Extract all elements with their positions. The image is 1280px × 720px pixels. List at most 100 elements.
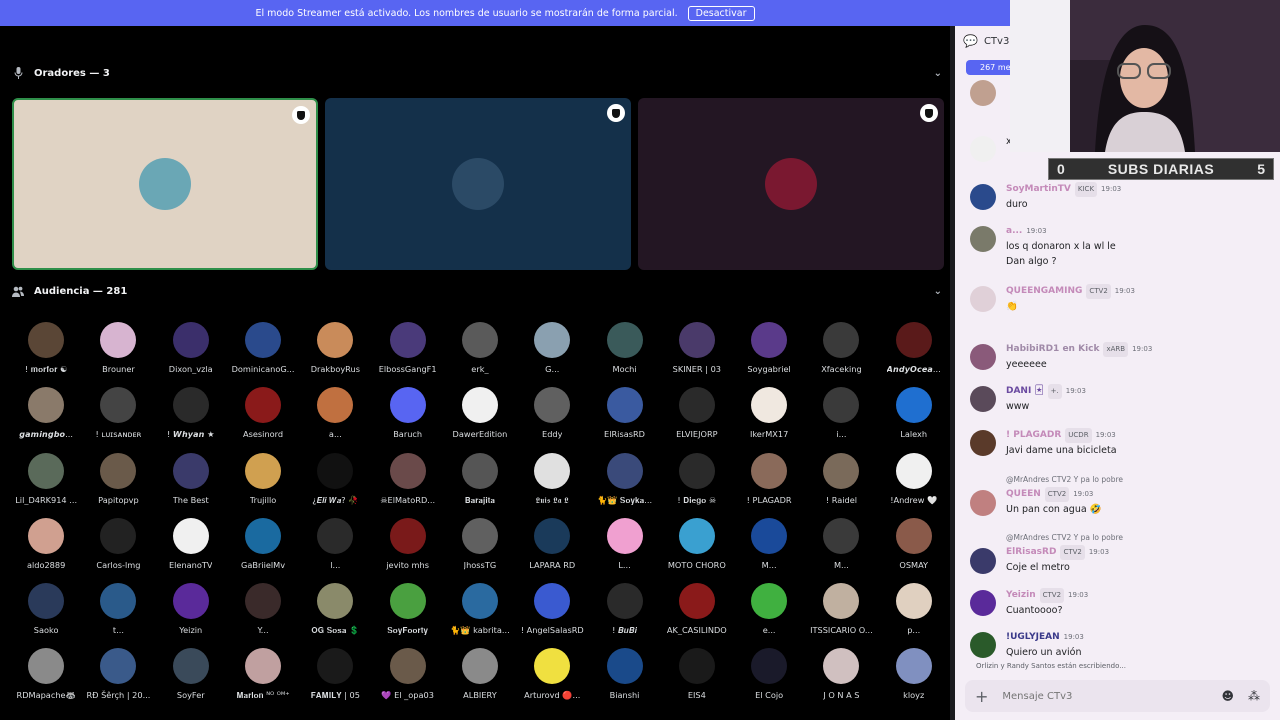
username[interactable]: !UGLYJEAN <box>1006 630 1060 645</box>
audience-member[interactable]: JhossTG <box>444 516 516 581</box>
audience-member[interactable]: OSMAY <box>878 516 950 581</box>
audience-member[interactable]: Eddy <box>516 385 588 450</box>
message-input[interactable] <box>1002 690 1183 702</box>
shield-icon[interactable] <box>607 104 625 122</box>
audience-member[interactable]: Asesinord <box>227 385 299 450</box>
avatar[interactable] <box>970 386 996 412</box>
audience-member[interactable]: G... <box>516 320 588 385</box>
audience-member[interactable]: 🐈👑 kabrita... <box>444 581 516 646</box>
speaker-tile[interactable] <box>12 98 318 270</box>
avatar[interactable] <box>970 136 996 162</box>
avatar[interactable] <box>970 590 996 616</box>
avatar[interactable] <box>970 226 996 252</box>
chat-message[interactable]: DANI 🃏 +. 19:03 www <box>970 384 1270 414</box>
audience-member[interactable]: t... <box>82 581 154 646</box>
audience-member[interactable]: Papitopvp <box>82 451 154 516</box>
audience-member[interactable]: ! ʟᴜɪsᴀɴᴅᴇʀ <box>82 385 154 450</box>
chat-message[interactable]: a... 19:03 los q donaron x la wl le Dan al… <box>970 224 1270 269</box>
audience-member[interactable]: AK_CASILINDO <box>661 581 733 646</box>
audience-member[interactable]: ! 𝑩𝒖𝑩𝒊 <box>588 581 660 646</box>
audience-member[interactable]: ELVIEJORP <box>661 385 733 450</box>
audience-member[interactable]: 𝘼𝙣𝙙𝙮𝙊𝙘𝙚𝙖... <box>878 320 950 385</box>
reply-preview[interactable]: @MrAndres CTV2 Y pa lo pobre <box>1006 530 1123 545</box>
audience-member[interactable]: ! 𝙒𝙝𝙮𝙖𝙣 ★ <box>155 385 227 450</box>
audience-member[interactable]: Soygabriel <box>733 320 805 385</box>
audience-member[interactable]: ¿𝑬𝒍𝒊 𝑾𝒂? 🥀 <box>299 451 371 516</box>
speaker-tile[interactable] <box>638 98 944 270</box>
audience-member[interactable]: kloyz <box>878 646 950 711</box>
audience-member[interactable]: jevito mhs <box>371 516 443 581</box>
audience-member[interactable]: i... <box>805 385 877 450</box>
audience-member[interactable]: Brouner <box>82 320 154 385</box>
chat-message[interactable]: HabibiRD1 en Kick xARB 19:03 yeeeeee <box>970 342 1270 372</box>
audience-member[interactable]: The Best <box>155 451 227 516</box>
audience-member[interactable]: ! Raidel <box>805 451 877 516</box>
audience-member[interactable]: M... <box>733 516 805 581</box>
audience-member[interactable]: EIS4 <box>661 646 733 711</box>
username[interactable]: DANI 🃏 <box>1006 384 1044 399</box>
audience-member[interactable]: ! AngelSalasRD <box>516 581 588 646</box>
deactivate-button[interactable]: Desactivar <box>687 5 755 21</box>
audience-member[interactable]: 𝐁𝐚𝐫𝐚𝐣𝐢𝐭𝐚 <box>444 451 516 516</box>
audience-member[interactable]: 𝐒𝐨𝐲𝐅𝐨𝐨𝐫𝐭𝐲 <box>371 581 443 646</box>
audience-member[interactable]: a... <box>299 385 371 450</box>
audience-member[interactable]: GaBriielMv <box>227 516 299 581</box>
audience-member[interactable]: aldo2889 <box>10 516 82 581</box>
audience-member[interactable]: Dixon_vzla <box>155 320 227 385</box>
audience-member[interactable]: 💜 El _opa03 <box>371 646 443 711</box>
audience-member[interactable]: Trujillo <box>227 451 299 516</box>
audience-member[interactable]: Baruch <box>371 385 443 450</box>
chat-message[interactable]: @MrAndres CTV2 Y pa lo pobre QUEEN CTV2 19:… <box>970 472 1270 517</box>
audience-member[interactable]: ElbossGangF1 <box>371 320 443 385</box>
chat-message[interactable]: QUEENGAMING CTV2 19:03 👏 <box>970 284 1270 314</box>
audience-member[interactable]: 𝐌𝐚𝐫𝐥𝐨𝐧 ᴺᴼ ᴼᴹ⁺ <box>227 646 299 711</box>
audience-member[interactable]: J O N A S <box>805 646 877 711</box>
username[interactable]: ElRisasRD <box>1006 545 1056 560</box>
shield-icon[interactable] <box>292 106 310 124</box>
username[interactable]: ! PLAGADR <box>1006 428 1061 443</box>
username[interactable]: SoyMartinTV <box>1006 182 1071 197</box>
audience-member[interactable]: Lil_D4RK914 ... <box>10 451 82 516</box>
username[interactable]: Yeizin <box>1006 588 1036 603</box>
audience-member[interactable]: ☠ElMatoRD... <box>371 451 443 516</box>
audience-member[interactable]: Y... <box>227 581 299 646</box>
avatar[interactable] <box>970 490 996 516</box>
username[interactable]: a... <box>1006 224 1022 239</box>
avatar[interactable] <box>970 548 996 574</box>
audience-member[interactable]: 𝙜𝙖𝙢𝙞𝙣𝙜𝙗𝙤... <box>10 385 82 450</box>
chat-message[interactable]: SoyMartinTV KICK 19:03 duro <box>970 182 1270 212</box>
audience-member[interactable]: ! 𝐦𝐨𝐫𝐟𝐨𝐫 ☯ <box>10 320 82 385</box>
audience-member[interactable]: L... <box>588 516 660 581</box>
audience-member[interactable]: El Cojo <box>733 646 805 711</box>
audience-member[interactable]: Yeizin <box>155 581 227 646</box>
audience-member[interactable]: LAPARA RD <box>516 516 588 581</box>
speakers-header[interactable]: Oradores — 3 ⌄ <box>12 67 942 79</box>
audience-member[interactable]: DrakboyRus <box>299 320 371 385</box>
chat-message[interactable]: ! PLAGADR UCDR 19:03 Javi dame una biciclet… <box>970 428 1270 458</box>
username[interactable]: QUEENGAMING <box>1006 284 1082 299</box>
chevron-down-icon[interactable]: ⌄ <box>934 68 942 79</box>
audience-member[interactable]: ! 𝐃𝐢𝐞𝐠𝐨 ☠ <box>661 451 733 516</box>
audience-member[interactable]: DawerEdition <box>444 385 516 450</box>
audience-member[interactable]: 𝐅𝐀𝐌𝐈𝐋𝐘 | 05 <box>299 646 371 711</box>
emoji-icon[interactable]: ☻ <box>1221 689 1234 703</box>
audience-member[interactable]: ElenanoTV <box>155 516 227 581</box>
audience-member[interactable]: ElRisasRD <box>588 385 660 450</box>
audience-member[interactable]: M... <box>805 516 877 581</box>
avatar[interactable] <box>970 430 996 456</box>
audience-member[interactable]: Xfaceking <box>805 320 877 385</box>
audience-member[interactable]: erk_ <box>444 320 516 385</box>
username[interactable]: QUEEN <box>1006 487 1041 502</box>
audience-member[interactable]: 🐈👑 𝐒𝐨𝐲𝐤𝐚... <box>588 451 660 516</box>
avatar[interactable] <box>970 286 996 312</box>
audience-member[interactable]: l... <box>299 516 371 581</box>
audience-member[interactable]: !Andrew 🤍 <box>878 451 950 516</box>
audience-member[interactable]: RĐ Šêrçh | 20... <box>82 646 154 711</box>
audience-member[interactable]: IkerMX17 <box>733 385 805 450</box>
chat-message[interactable]: Yeizin CTV2 19:03 Cuantoooo? <box>970 588 1270 618</box>
avatar[interactable] <box>970 184 996 210</box>
audience-member[interactable]: DominicanoG... <box>227 320 299 385</box>
audience-member[interactable]: Mochi <box>588 320 660 385</box>
chevron-down-icon[interactable]: ⌄ <box>934 286 942 297</box>
avatar[interactable] <box>970 344 996 370</box>
